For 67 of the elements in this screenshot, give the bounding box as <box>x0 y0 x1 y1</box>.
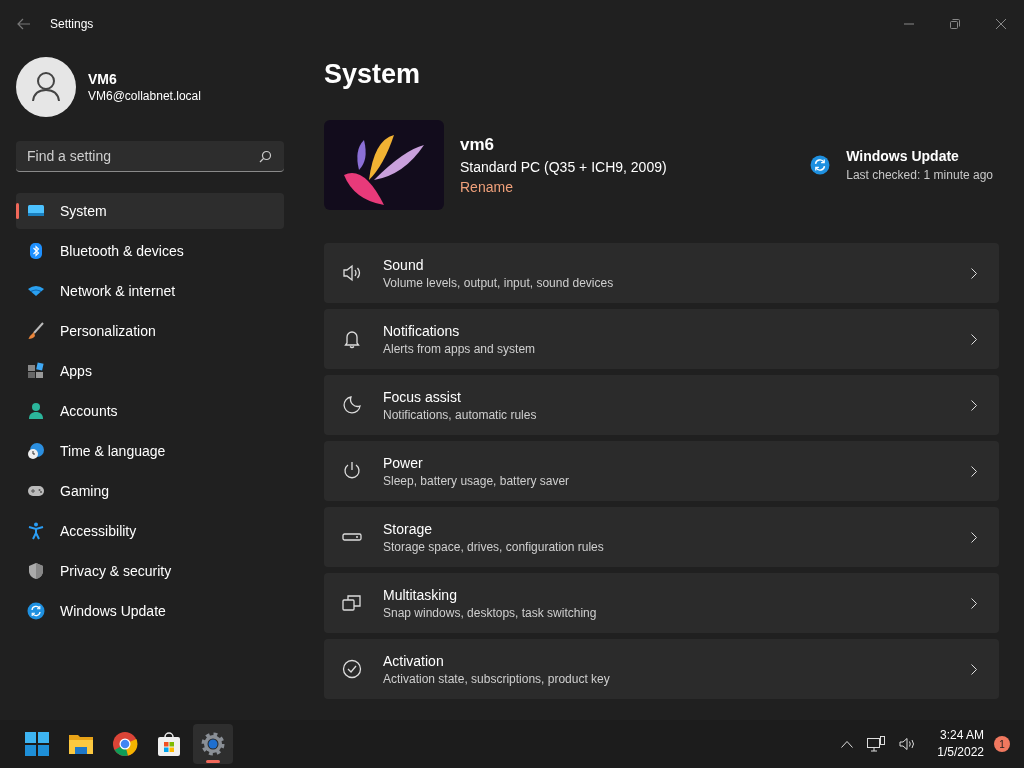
sound-icon <box>342 263 362 283</box>
settings-card[interactable]: Multitasking Snap windows, desktops, task switching <box>324 573 999 633</box>
power-icon <box>342 461 362 481</box>
sidebar-item[interactable]: Accessibility <box>16 513 284 549</box>
bluetooth-icon <box>27 242 45 260</box>
restore-icon[interactable] <box>950 19 960 29</box>
card-title: Power <box>383 454 424 471</box>
card-subtitle: Sleep, battery usage, battery saver <box>383 473 571 488</box>
card-subtitle: Notifications, automatic rules <box>383 407 538 422</box>
chevron-icon <box>971 663 977 675</box>
search-field[interactable]: Find a setting <box>16 141 284 172</box>
chevron-icon <box>971 465 977 477</box>
settings-card[interactable]: Sound Volume levels, output, input, sound devices <box>324 243 999 303</box>
chevron-icon <box>971 399 977 411</box>
sidebar-item[interactable]: Privacy & security <box>16 553 284 589</box>
card-title: Focus assist <box>383 388 462 405</box>
sidebar-item[interactable]: System <box>16 193 284 229</box>
back-arrow-icon[interactable] <box>17 18 31 30</box>
card-title: Activation <box>383 652 445 669</box>
update-title[interactable]: Windows Update <box>846 148 993 164</box>
sidebar-item[interactable]: Time & language <box>16 433 284 469</box>
settings-taskbar-button[interactable] <box>193 724 233 764</box>
card-title: Storage <box>383 520 434 537</box>
card-subtitle: Snap windows, desktops, task switching <box>383 605 598 620</box>
sidebar-item[interactable]: Bluetooth & devices <box>16 233 284 269</box>
settings-card[interactable]: Activation Activation state, subscriptions, product key <box>324 639 999 699</box>
avatar-icon <box>16 57 76 117</box>
sync-icon <box>810 155 831 175</box>
chevron-icon <box>971 597 977 609</box>
clock[interactable]: 3:24 AM 1/5/2022 <box>937 727 984 761</box>
card-subtitle: Volume levels, output, input, sound devices <box>383 275 615 290</box>
card-subtitle: Activation state, subscriptions, product key <box>383 671 611 686</box>
page-title: System <box>324 59 422 91</box>
volume-icon[interactable] <box>899 737 916 751</box>
sidebar-item[interactable]: Apps <box>16 353 284 389</box>
chevron-icon <box>971 267 977 279</box>
card-title: Notifications <box>383 322 461 339</box>
notification-badge[interactable]: 1 <box>994 736 1010 752</box>
accessibility-icon <box>27 522 45 540</box>
user-name: VM6 <box>88 71 118 87</box>
card-title: Sound <box>383 256 425 273</box>
card-subtitle: Storage space, drives, configuration rules <box>383 539 605 554</box>
sidebar-item[interactable]: Network & internet <box>16 273 284 309</box>
window-title: Settings <box>50 17 94 31</box>
settings-card[interactable]: Focus assist Notifications, automatic rules <box>324 375 999 435</box>
device-name: vm6 <box>460 135 496 155</box>
settings-card[interactable]: Notifications Alerts from apps and system <box>324 309 999 369</box>
close-icon[interactable] <box>996 19 1006 29</box>
chevron-icon <box>971 531 977 543</box>
rename-link[interactable]: Rename <box>460 179 667 195</box>
chevron-icon <box>971 333 977 345</box>
sidebar-item[interactable]: Personalization <box>16 313 284 349</box>
settings-card[interactable]: Storage Storage space, drives, configuration rules <box>324 507 999 567</box>
sidebar-item[interactable]: Accounts <box>16 393 284 429</box>
sidebar-item[interactable]: Gaming <box>16 473 284 509</box>
wired-network-icon[interactable] <box>867 736 886 752</box>
settings-card[interactable]: Power Sleep, battery usage, battery saver <box>324 441 999 501</box>
card-subtitle: Alerts from apps and system <box>383 341 537 356</box>
chevron-up-icon[interactable] <box>841 740 854 748</box>
update-status: Last checked: 1 minute ago <box>846 168 993 182</box>
sidebar-item[interactable]: Windows Update <box>16 593 284 629</box>
settings-icon <box>200 731 226 757</box>
device-model: Standard PC (Q35 + ICH9, 2009) <box>460 159 667 175</box>
card-title: Multitasking <box>383 586 458 603</box>
search-icon <box>259 150 272 163</box>
user-email: VM6@collabnet.local <box>88 89 201 103</box>
notifications-icon <box>342 329 362 349</box>
